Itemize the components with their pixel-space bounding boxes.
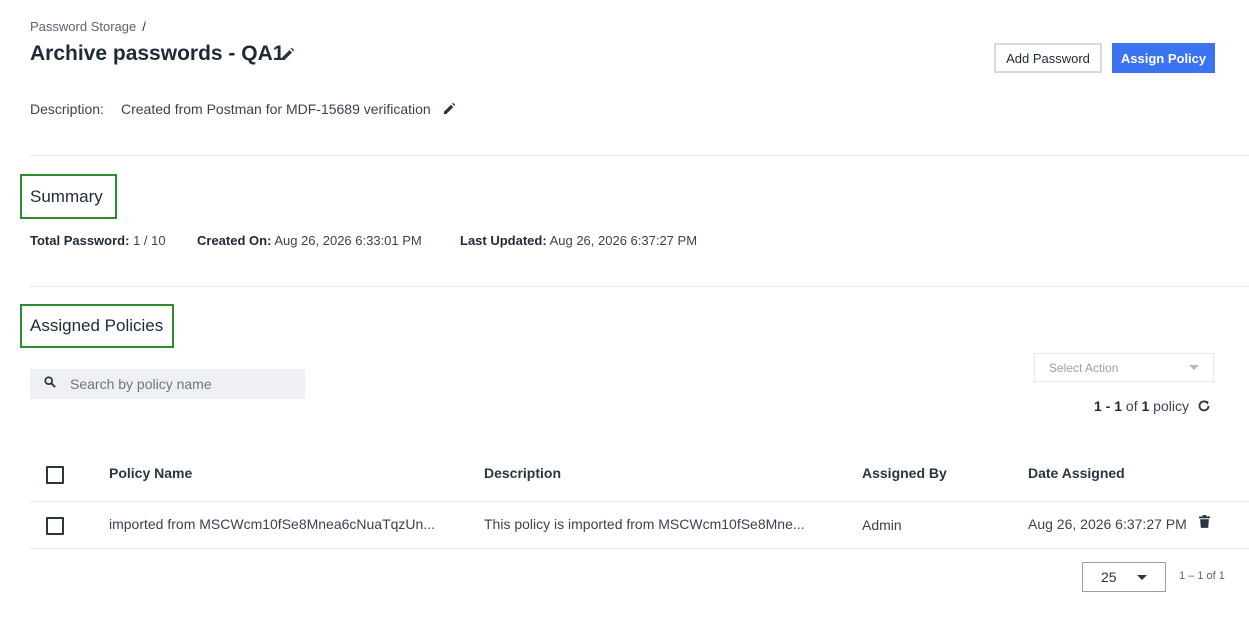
trash-icon[interactable]: [1199, 515, 1211, 529]
breadcrumb: Password Storage /: [30, 19, 146, 34]
select-action-dropdown[interactable]: Select Action: [1034, 353, 1214, 382]
column-header-policy-name[interactable]: Policy Name: [109, 465, 192, 481]
chevron-down-icon: [1137, 574, 1147, 580]
row-policy-name[interactable]: imported from MSCWcm10fSe8Mnea6cNuaTqzUn…: [109, 516, 435, 532]
count-of: of: [1125, 398, 1138, 414]
created-on-value: Aug 26, 2026 6:33:01 PM: [274, 233, 422, 248]
assign-policy-button[interactable]: Assign Policy: [1112, 43, 1215, 73]
table-bottom-divider: [30, 548, 1249, 549]
count-range: 1 - 1: [1094, 398, 1123, 414]
summary-heading: Summary: [20, 174, 117, 219]
column-header-date-assigned[interactable]: Date Assigned: [1028, 465, 1125, 481]
pagination-range: 1 – 1 of 1: [1179, 570, 1225, 582]
created-on-label: Created On:: [197, 233, 272, 248]
row-date-assigned: Aug 26, 2026 6:37:27 PM: [1028, 516, 1187, 532]
policy-search: [30, 369, 305, 399]
search-input[interactable]: [68, 375, 292, 393]
summary-last-updated: Last Updated: Aug 26, 2026 6:37:27 PM: [460, 233, 697, 248]
breadcrumb-item-password-storage[interactable]: Password Storage: [30, 19, 136, 34]
rows-per-page-select[interactable]: 25: [1082, 562, 1166, 592]
edit-title-pencil-icon[interactable]: [280, 46, 296, 62]
add-password-button[interactable]: Add Password: [994, 43, 1102, 73]
table-header-divider: [30, 501, 1249, 502]
assigned-policies-heading: Assigned Policies: [20, 304, 174, 348]
row-assigned-by: Admin: [862, 517, 902, 533]
select-action-label: Select Action: [1049, 360, 1119, 375]
column-header-description[interactable]: Description: [484, 465, 561, 481]
last-updated-label: Last Updated:: [460, 233, 547, 248]
row-description: This policy is imported from MSCWcm10fSe…: [484, 516, 805, 532]
count-unit: policy: [1153, 398, 1189, 414]
description-label: Description:: [30, 101, 104, 117]
rows-per-page-value: 25: [1101, 569, 1117, 585]
summary-created-on: Created On: Aug 26, 2026 6:33:01 PM: [197, 233, 422, 248]
edit-description-pencil-icon[interactable]: [442, 101, 457, 116]
column-header-assigned-by[interactable]: Assigned By: [862, 465, 947, 481]
description-value: Created from Postman for MDF-15689 verif…: [121, 101, 431, 117]
policy-count: 1 - 1 of 1 policy: [1094, 398, 1211, 414]
search-icon: [44, 375, 56, 393]
select-all-checkbox[interactable]: [46, 466, 64, 484]
refresh-icon[interactable]: [1197, 399, 1211, 413]
divider: [30, 155, 1249, 156]
row-checkbox[interactable]: [46, 517, 64, 535]
page-title: Archive passwords - QA1: [30, 42, 285, 65]
breadcrumb-separator: /: [142, 19, 146, 34]
summary-total-password: Total Password: 1 / 10: [30, 233, 166, 248]
last-updated-value: Aug 26, 2026 6:37:27 PM: [549, 233, 698, 248]
total-password-value: 1 / 10: [133, 233, 166, 248]
chevron-down-icon: [1189, 365, 1199, 370]
divider: [30, 286, 1249, 287]
total-password-label: Total Password:: [30, 233, 130, 248]
count-total: 1: [1141, 398, 1150, 414]
